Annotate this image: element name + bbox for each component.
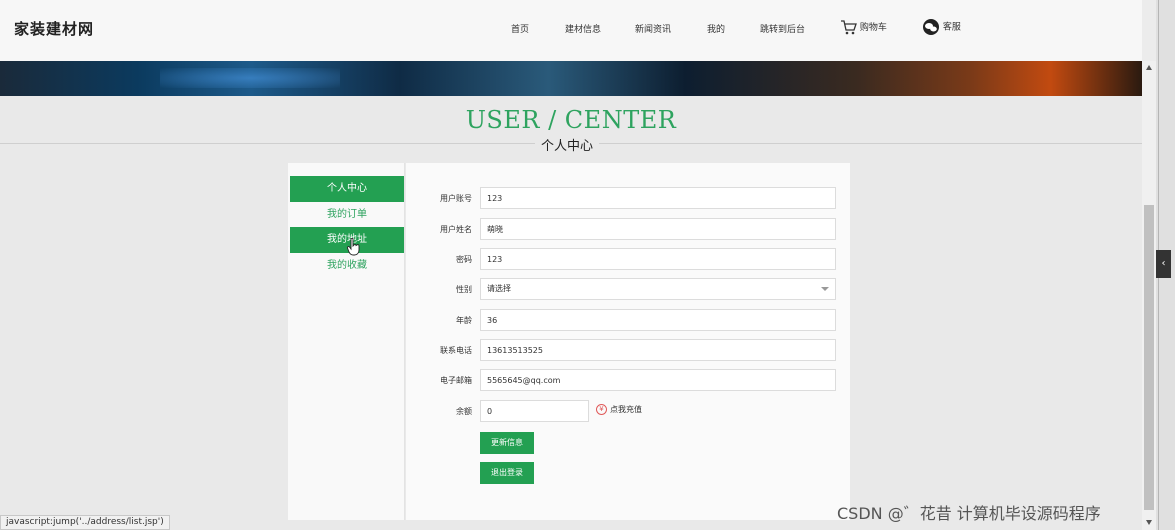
sidebar-item-orders[interactable]: 我的订单 — [290, 202, 404, 228]
email-input[interactable] — [480, 369, 836, 391]
recharge-label: 点我充值 — [610, 405, 642, 414]
cart-icon — [841, 20, 857, 35]
sidebar-item-profile[interactable]: 个人中心 — [290, 176, 404, 202]
nav-news[interactable]: 新闻资讯 — [635, 22, 671, 35]
form-row-balance: 余额 ¥点我充值 — [406, 400, 850, 422]
nav-admin[interactable]: 跳转到后台 — [760, 22, 805, 35]
nav-service-label: 客服 — [942, 22, 961, 33]
account-input[interactable] — [480, 187, 836, 209]
logout-button[interactable]: 退出登录 — [480, 462, 534, 484]
name-label: 用户姓名 — [440, 225, 472, 234]
profile-form: 用户账号 用户姓名 密码 性别 请选择 年龄 联系电话 电子邮箱 — [406, 163, 850, 520]
password-label: 密码 — [456, 255, 472, 264]
collapse-panel-button[interactable]: ‹ — [1156, 250, 1171, 278]
chevron-down-icon — [821, 287, 829, 291]
balance-label: 余额 — [456, 407, 472, 416]
scrollbar-thumb[interactable] — [1144, 205, 1154, 510]
page-title-en: USER / CENTER — [465, 106, 677, 134]
password-input[interactable] — [480, 248, 836, 270]
gender-label: 性别 — [456, 285, 472, 294]
form-row-phone: 联系电话 — [406, 339, 850, 361]
mouse-pointer-icon — [347, 238, 360, 256]
watermark: CSDN @゛花昔 计算机毕设源码程序 — [837, 504, 1101, 523]
phone-input[interactable] — [480, 339, 836, 361]
scroll-down-icon[interactable] — [1146, 520, 1152, 525]
form-row-name: 用户姓名 — [406, 218, 850, 240]
name-input[interactable] — [480, 218, 836, 240]
sidebar-item-favorites[interactable]: 我的收藏 — [290, 253, 404, 279]
page: 家装建材网 首页 建材信息 新闻资讯 我的 跳转到后台 购物车 客服 USER … — [0, 0, 1142, 530]
age-input[interactable] — [480, 309, 836, 331]
gender-select-value: 请选择 — [487, 284, 511, 293]
chat-icon — [923, 19, 939, 35]
browser-status-bar: javascript:jump('../address/list.jsp') — [0, 515, 170, 530]
phone-label: 联系电话 — [440, 346, 472, 355]
chevron-left-icon: ‹ — [1161, 258, 1166, 269]
account-label: 用户账号 — [440, 194, 472, 203]
email-label: 电子邮箱 — [440, 376, 472, 385]
site-logo[interactable]: 家装建材网 — [14, 18, 94, 39]
recharge-link[interactable]: ¥ 点我充值 — [596, 404, 642, 415]
user-sidebar: 个人中心 我的订单 我的地址 我的收藏 — [288, 163, 405, 520]
nav-mine[interactable]: 我的 — [707, 22, 725, 35]
page-title-cn: 个人中心 — [535, 135, 600, 154]
form-row-age: 年龄 — [406, 309, 850, 331]
gender-select[interactable]: 请选择 — [480, 278, 836, 300]
update-info-button[interactable]: 更新信息 — [480, 432, 534, 454]
nav-materials[interactable]: 建材信息 — [565, 22, 601, 35]
form-row-account: 用户账号 — [406, 187, 850, 209]
nav-home[interactable]: 首页 — [511, 22, 529, 35]
form-row-password: 密码 — [406, 248, 850, 270]
age-label: 年龄 — [456, 316, 472, 325]
coin-icon: ¥ — [596, 404, 607, 415]
scroll-up-icon[interactable] — [1146, 65, 1152, 70]
form-row-email: 电子邮箱 — [406, 369, 850, 391]
top-header: 家装建材网 首页 建材信息 新闻资讯 我的 跳转到后台 购物车 客服 — [0, 0, 1142, 61]
nav-service[interactable]: 客服 — [922, 19, 961, 35]
banner-glow — [160, 68, 340, 88]
balance-input[interactable] — [480, 400, 589, 422]
nav-cart[interactable]: 购物车 — [840, 20, 887, 35]
form-row-gender: 性别 请选择 — [406, 278, 850, 300]
nav-cart-label: 购物车 — [859, 23, 887, 33]
